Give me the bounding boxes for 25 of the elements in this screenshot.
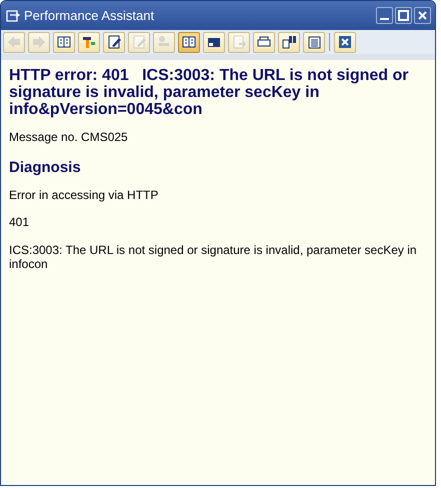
maximize-button[interactable]	[395, 7, 412, 24]
window-title: Performance Assistant	[24, 8, 156, 23]
toolbar-button[interactable]	[253, 32, 275, 52]
toolbar-button[interactable]	[53, 32, 75, 52]
message-text: Error in accessing via HTTP	[9, 188, 160, 202]
minimize-button[interactable]	[376, 7, 393, 24]
toolbar-button[interactable]	[78, 32, 100, 52]
close-icon	[417, 10, 428, 21]
message-text: Message no. CMS025	[9, 130, 129, 145]
section-heading: Diagnosis	[9, 158, 82, 176]
window-icon	[6, 10, 20, 22]
forward-icon	[30, 33, 48, 51]
toolbar-button[interactable]	[278, 32, 300, 52]
toolbar-button[interactable]	[203, 32, 225, 52]
maximize-icon	[398, 10, 409, 21]
message-text: 401	[9, 215, 30, 230]
close-icon	[336, 33, 354, 51]
close-button[interactable]	[334, 32, 356, 52]
toolbar-button[interactable]	[303, 32, 325, 52]
toolbar-button[interactable]	[103, 32, 125, 52]
toolbar-button[interactable]	[178, 32, 200, 52]
message-title: HTTP error: 401 ICS:3003: The URL is not signed or signature is invalid, parameter secKey in info&pVersion=0045&con	[9, 68, 410, 118]
minimize-icon	[380, 18, 389, 20]
message-text: ICS:3003: The URL is not signed or signature is invalid, parameter secKey in infocon	[9, 242, 418, 272]
close-button[interactable]	[414, 7, 431, 24]
